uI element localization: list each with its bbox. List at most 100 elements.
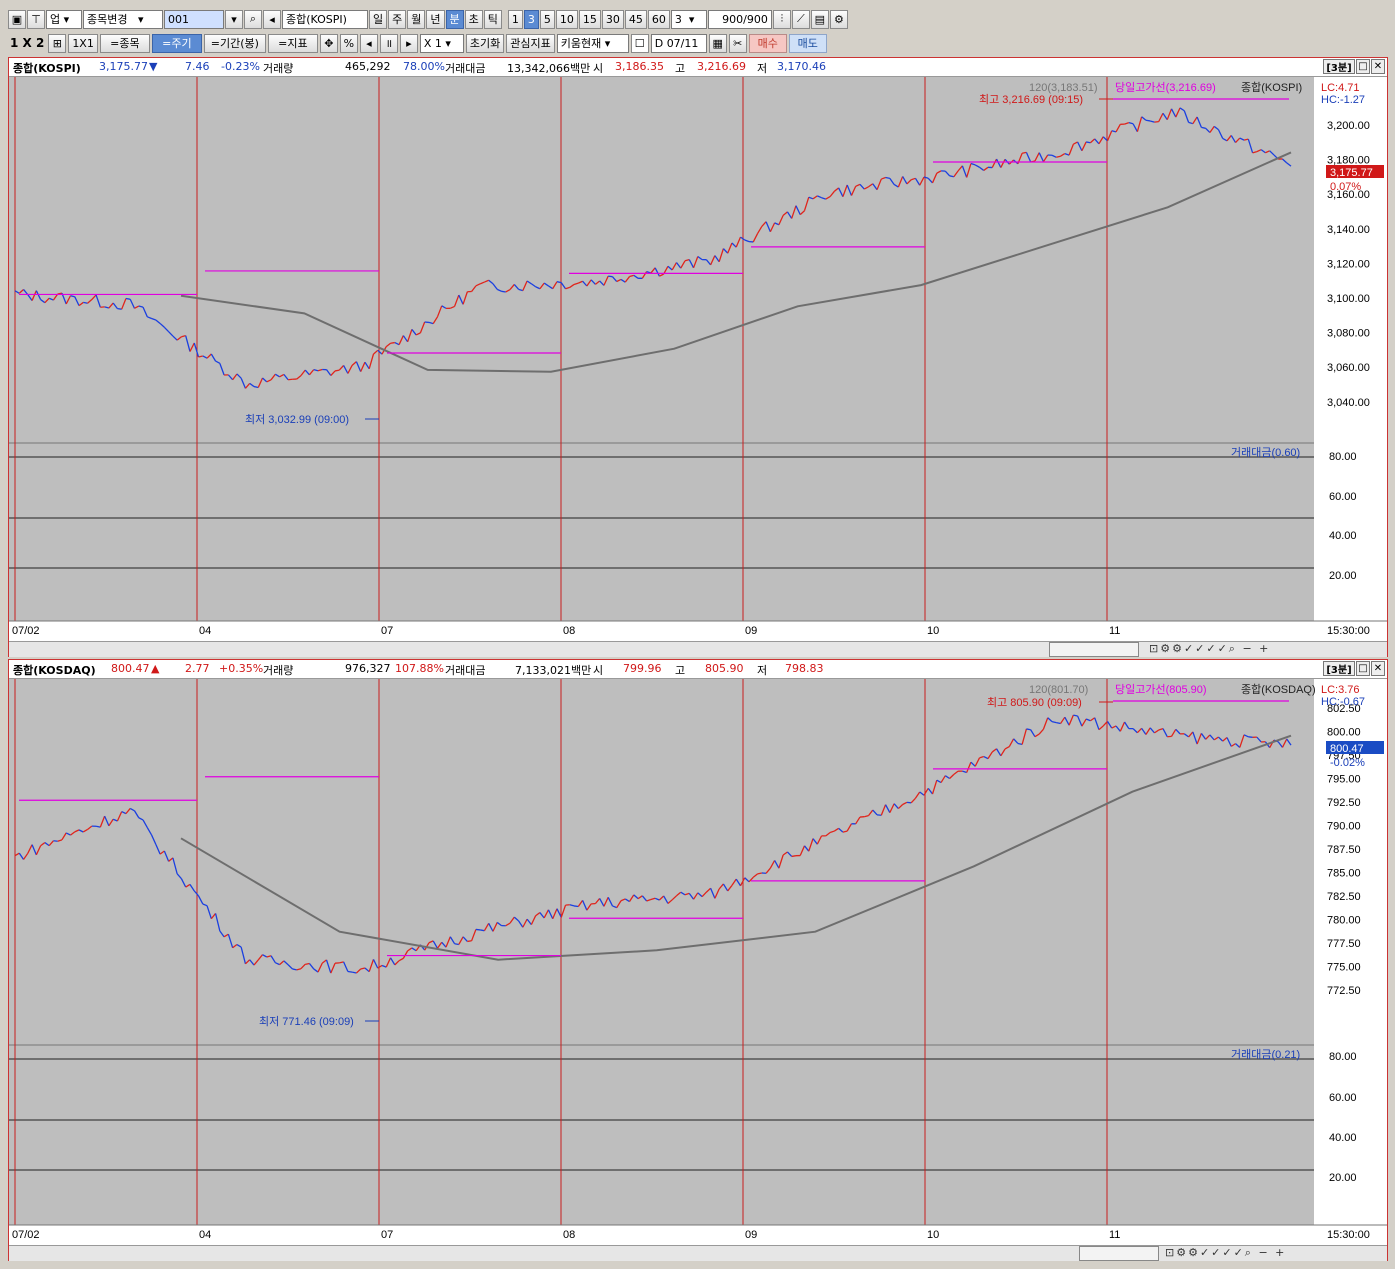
interval-45-button[interactable]: 45 (624, 9, 647, 29)
timeframe-badge[interactable]: [3분] (1323, 661, 1355, 676)
timeframe-badge[interactable]: [3분] (1323, 59, 1355, 74)
date-checkbox[interactable]: ☐ (630, 33, 649, 53)
y-tick-label: 800.00 (1327, 727, 1361, 739)
market-value: 업 (50, 13, 61, 26)
line-tool-icon[interactable]: ⟋ (791, 9, 810, 29)
volume-label: 거래량 (263, 62, 294, 75)
close-icon[interactable]: ✕ (1371, 59, 1385, 74)
layout-1x1-button[interactable]: 1X1 (68, 33, 98, 53)
period-month-button[interactable]: 월 (407, 9, 426, 29)
period-day-button[interactable]: 일 (369, 9, 388, 29)
y-tick-label: 777.50 (1327, 938, 1361, 950)
stock-change-select[interactable]: 종목변경 ▾ (83, 9, 163, 29)
period-year-button[interactable]: 년 (426, 9, 445, 29)
prev-icon[interactable]: ◂ (359, 33, 378, 53)
candle-down (1073, 714, 1078, 717)
date-axis-bg (9, 621, 1387, 639)
candle-down (352, 971, 357, 974)
next-icon[interactable]: ▸ (399, 33, 418, 53)
date-input[interactable]: D 07/11 (650, 33, 707, 53)
pin-icon[interactable]: ⊤ (27, 9, 45, 29)
candle-up (467, 940, 472, 943)
period-minute-button[interactable]: 분 (445, 9, 464, 29)
buy-button[interactable]: 매수 (748, 33, 787, 53)
ref-legend: 당일고가선(3,216.69) (1115, 80, 1216, 94)
period-tick-button[interactable]: 틱 (483, 9, 502, 29)
date-axis-bg (9, 1225, 1387, 1243)
interval-10-button[interactable]: 10 (555, 9, 578, 29)
y-tick-label: 787.50 (1327, 844, 1361, 856)
chart-panel-kosdaq[interactable]: 종합(KOSDAQ) 800.47 ▲ 2.77 +0.35% 거래량 976,… (8, 659, 1388, 1261)
speaker-icon[interactable]: ◂ (263, 9, 281, 29)
maximize-icon[interactable]: □ (1356, 59, 1370, 74)
window-icon[interactable]: ▣ (8, 9, 26, 29)
sell-button[interactable]: 매도 (788, 33, 827, 53)
scissors-icon[interactable]: ✂ (728, 33, 747, 53)
y-tick-label: 785.00 (1327, 868, 1361, 880)
zoom-select[interactable]: X 1 ▾ (419, 33, 464, 53)
y-tick-label: 3,060.00 (1327, 362, 1370, 374)
date-label: 07 (381, 625, 393, 637)
candle-icon[interactable]: ⫶ (772, 9, 791, 29)
candle-up (1154, 120, 1159, 123)
y-tick-label: 3,080.00 (1327, 328, 1370, 340)
kiwoom-select[interactable]: 키움현재 ▾ (556, 33, 629, 53)
period-week-button[interactable]: 주 (388, 9, 407, 29)
interval-15-button[interactable]: 15 (578, 9, 601, 29)
index-price: 800.47 (111, 662, 150, 675)
period-second-button[interactable]: 초 (464, 9, 483, 29)
sync-range-button[interactable]: =기간(봉) (203, 33, 266, 53)
change-value: 2.77 (185, 662, 210, 675)
move-icon[interactable]: ✥ (319, 33, 338, 53)
sync-stock-button[interactable]: =종목 (99, 33, 150, 53)
close-icon[interactable]: ✕ (1371, 661, 1385, 676)
ma-legend: 120(3,183.51) (1029, 82, 1098, 94)
y-tick-label: 790.00 (1327, 821, 1361, 833)
amount-tick-label: 80.00 (1329, 1051, 1357, 1063)
toolbar-secondary: 1 X 2 ⊞ 1X1 =종목 =주기 =기간(봉) =지표 ✥ % ◂ ॥ ▸… (8, 32, 1388, 54)
amount-legend: 거래대금(0.21) (1231, 1048, 1300, 1061)
watch-indicator-button[interactable]: 관심지표 (506, 33, 555, 53)
reset-button[interactable]: 초기화 (465, 33, 505, 53)
index-name: 종합(KOSPI) (13, 62, 81, 75)
amount-pane-bg (9, 443, 1314, 621)
interval-60-button[interactable]: 60 (647, 9, 670, 29)
calendar-icon[interactable]: ▦ (708, 33, 727, 53)
interval-30-button[interactable]: 30 (601, 9, 624, 29)
scrollbar[interactable] (1049, 642, 1139, 657)
interval-1-button[interactable]: 1 (507, 9, 523, 29)
grid-icon[interactable]: ⊞ (48, 33, 67, 53)
save-icon[interactable]: ▤ (810, 9, 829, 29)
maximize-icon[interactable]: □ (1356, 661, 1370, 676)
chevron-down-icon[interactable]: ▾ (225, 9, 243, 29)
chart-area[interactable]: 3,200.003,180.003,160.003,140.003,120.00… (9, 77, 1387, 641)
ma-legend: 120(801.70) (1029, 684, 1088, 696)
pause-icon[interactable]: ॥ (379, 33, 398, 53)
chart-area[interactable]: 802.50800.00797.50795.00792.50790.00787.… (9, 679, 1387, 1245)
gear-icon[interactable]: ⚙ (829, 9, 848, 29)
search-icon[interactable]: ⌕ (244, 9, 262, 29)
percent-button[interactable]: % (339, 33, 358, 53)
sync-period-button[interactable]: =주기 (151, 33, 202, 53)
panel-header: 종합(KOSPI) 3,175.77 ▼ 7.46 -0.23% 거래량 465… (9, 58, 1387, 77)
sync-indicator-button[interactable]: =지표 (267, 33, 318, 53)
y-tick-label: 3,200.00 (1327, 120, 1370, 132)
last-price-percent: 0.07% (1330, 181, 1361, 193)
y-tick-label: 3,100.00 (1327, 293, 1370, 305)
scrollbar[interactable] (1079, 1246, 1159, 1261)
layout-label[interactable]: 1 X 2 (8, 36, 46, 50)
chart-tool-icons[interactable]: ⊡⚙⚙✓✓✓✓⌕ − + (1149, 642, 1270, 656)
interval-select[interactable]: 3 ▾ (670, 9, 707, 29)
date-label: 11 (1109, 625, 1120, 637)
open-label: 시 (593, 62, 604, 75)
candle-up (390, 341, 395, 344)
y-tick-label: 775.00 (1327, 962, 1361, 974)
market-select[interactable]: 업 ▾ (46, 9, 82, 29)
chart-panel-kospi[interactable]: 종합(KOSPI) 3,175.77 ▼ 7.46 -0.23% 거래량 465… (8, 57, 1388, 657)
chart-tool-icons[interactable]: ⊡⚙⚙✓✓✓✓⌕ − + (1165, 1246, 1286, 1260)
interval-3-button[interactable]: 3 (523, 9, 539, 29)
interval-5-button[interactable]: 5 (539, 9, 555, 29)
count-input[interactable]: 900/900 (707, 9, 772, 29)
low-label: 저 (757, 62, 768, 75)
code-input[interactable]: 001 (164, 9, 224, 29)
